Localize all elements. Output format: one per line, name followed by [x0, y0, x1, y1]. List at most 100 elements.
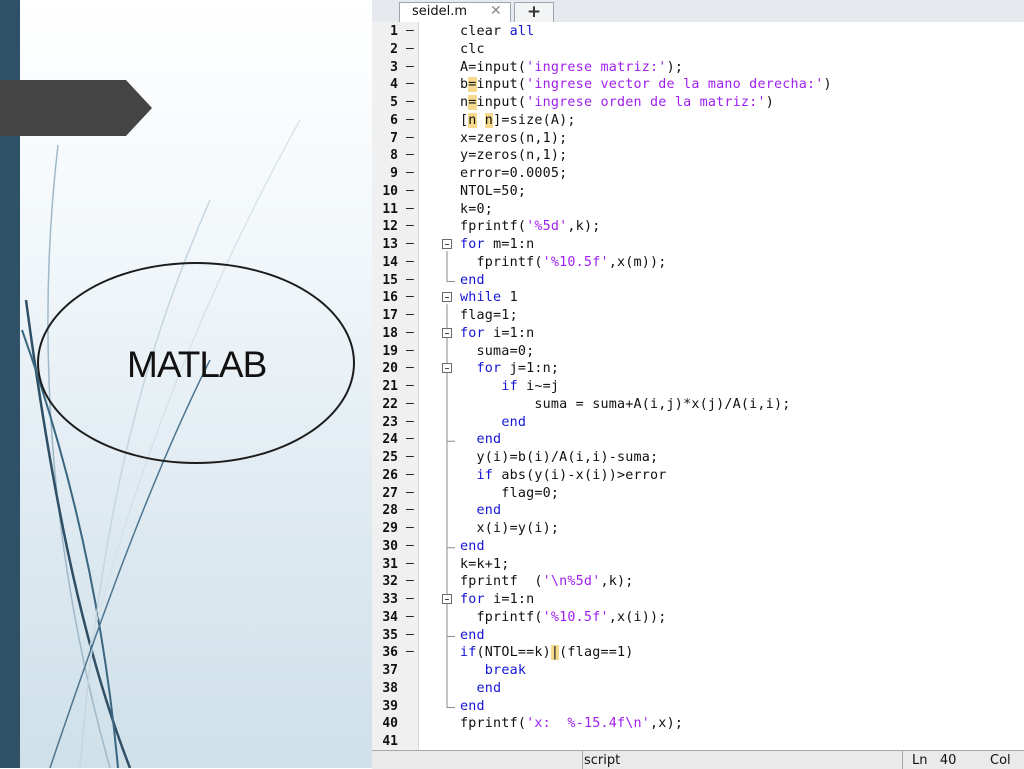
- close-icon[interactable]: ✕: [490, 3, 502, 19]
- breakpoint-marker[interactable]: —: [406, 449, 414, 464]
- code-line[interactable]: 9 — error=0.0005;: [372, 165, 1024, 183]
- breakpoint-marker[interactable]: —: [406, 76, 414, 91]
- code-line[interactable]: 7 — x=zeros(n,1);: [372, 130, 1024, 148]
- code-line[interactable]: 32 — fprintf ('\n%5d',k);: [372, 573, 1024, 591]
- code-line[interactable]: 3 — A=input('ingrese matriz:');: [372, 59, 1024, 77]
- breakpoint-marker[interactable]: —: [406, 627, 414, 642]
- code-line[interactable]: 14 — fprintf('%10.5f',x(m));: [372, 254, 1024, 272]
- fold-toggle-icon[interactable]: [442, 327, 452, 338]
- breakpoint-marker[interactable]: —: [406, 201, 414, 216]
- breakpoint-marker[interactable]: —: [406, 591, 414, 606]
- line-number: 26: [382, 467, 398, 483]
- breakpoint-marker[interactable]: —: [406, 41, 414, 56]
- code-line[interactable]: 41: [372, 734, 1024, 751]
- code-line[interactable]: 1 — clear all: [372, 23, 1024, 41]
- breakpoint-marker[interactable]: —: [406, 467, 414, 482]
- new-tab-button[interactable]: +: [514, 2, 554, 22]
- line-number: 23: [382, 414, 398, 430]
- code-line[interactable]: 30 — end: [372, 538, 1024, 556]
- breakpoint-marker[interactable]: —: [406, 236, 414, 251]
- breakpoint-marker[interactable]: —: [406, 307, 414, 322]
- breakpoint-marker[interactable]: —: [406, 573, 414, 588]
- code-line[interactable]: 11 — k=0;: [372, 201, 1024, 219]
- line-number: 38: [382, 680, 398, 696]
- code-line[interactable]: 20 — for j=1:n;: [372, 360, 1024, 378]
- code-line[interactable]: 21 — if i~=j: [372, 378, 1024, 396]
- line-number: 11: [382, 201, 398, 217]
- code-text: end: [476, 680, 502, 696]
- code-line[interactable]: 37 break: [372, 663, 1024, 680]
- code-line[interactable]: 6 — [n n]=size(A);: [372, 112, 1024, 130]
- code-line[interactable]: 23 — end: [372, 414, 1024, 432]
- breakpoint-marker[interactable]: —: [406, 218, 414, 233]
- code-line[interactable]: 27 — flag=0;: [372, 485, 1024, 503]
- line-number: 39: [382, 698, 398, 714]
- breakpoint-marker[interactable]: —: [406, 165, 414, 180]
- breakpoint-marker[interactable]: —: [406, 360, 414, 375]
- code-line[interactable]: 12 — fprintf('%5d',k);: [372, 218, 1024, 236]
- code-text: if abs(y(i)-x(i))>error: [476, 467, 667, 483]
- code-line[interactable]: 8 — y=zeros(n,1);: [372, 147, 1024, 165]
- code-line[interactable]: 34 — fprintf('%10.5f',x(i));: [372, 609, 1024, 627]
- code-line[interactable]: 15 — end: [372, 272, 1024, 290]
- fold-toggle-icon[interactable]: [442, 292, 452, 303]
- code-line[interactable]: 4 — b=input('ingrese vector de la mano der…: [372, 76, 1024, 94]
- line-number: 9: [390, 166, 398, 181]
- code-line[interactable]: 17 — flag=1;: [372, 307, 1024, 325]
- breakpoint-marker[interactable]: —: [406, 644, 414, 659]
- breakpoint-marker[interactable]: —: [406, 396, 414, 411]
- breakpoint-marker[interactable]: —: [406, 485, 414, 500]
- breakpoint-marker[interactable]: —: [406, 556, 414, 571]
- breakpoint-marker[interactable]: —: [406, 112, 414, 127]
- breakpoint-marker[interactable]: —: [406, 147, 414, 162]
- breakpoint-marker[interactable]: —: [406, 130, 414, 145]
- breakpoint-marker[interactable]: —: [406, 254, 414, 269]
- code-line[interactable]: 5 — n=input('ingrese orden de la matriz:'): [372, 94, 1024, 112]
- fold-toggle-icon[interactable]: [442, 594, 452, 604]
- code-line[interactable]: 31 — k=k+1;: [372, 556, 1024, 574]
- code-line[interactable]: 18 — for i=1:n: [372, 325, 1024, 343]
- code-line[interactable]: 35 — end: [372, 627, 1024, 645]
- breakpoint-marker[interactable]: —: [406, 414, 414, 429]
- code-line[interactable]: 36 — if(NTOL==k)|(flag==1): [372, 644, 1024, 662]
- code-line[interactable]: 10 — NTOL=50;: [372, 183, 1024, 201]
- code-line[interactable]: 19 — suma=0;: [372, 343, 1024, 361]
- line-number: 22: [382, 396, 398, 412]
- breakpoint-marker[interactable]: —: [406, 378, 414, 393]
- code-line[interactable]: 2 — clc: [372, 41, 1024, 59]
- code-line[interactable]: 40 fprintf('x: %-15.4f\n',x);: [372, 716, 1024, 733]
- breakpoint-marker[interactable]: —: [406, 343, 414, 358]
- breakpoint-marker[interactable]: —: [406, 609, 414, 624]
- code-line[interactable]: 38 end: [372, 681, 1024, 698]
- code-line[interactable]: 13 — for m=1:n: [372, 236, 1024, 254]
- breakpoint-marker[interactable]: —: [406, 502, 414, 517]
- code-text: k=0;: [460, 201, 494, 217]
- code-line[interactable]: 26 — if abs(y(i)-x(i))>error: [372, 467, 1024, 485]
- breakpoint-marker[interactable]: —: [406, 431, 414, 446]
- code-text: flag=0;: [460, 485, 560, 501]
- breakpoint-marker[interactable]: —: [406, 272, 414, 287]
- code-text: y(i)=b(i)/A(i,i)-suma;: [460, 450, 659, 465]
- breakpoint-marker[interactable]: —: [406, 520, 414, 535]
- code-line[interactable]: 24 — end: [372, 431, 1024, 449]
- fold-toggle-icon[interactable]: [442, 363, 452, 374]
- breakpoint-marker[interactable]: —: [406, 538, 414, 553]
- code-line[interactable]: 16 — while 1: [372, 289, 1024, 307]
- code-line[interactable]: 28 — end: [372, 502, 1024, 520]
- breakpoint-marker[interactable]: —: [406, 94, 414, 109]
- breakpoint-marker[interactable]: —: [406, 289, 414, 304]
- code-line[interactable]: 33 — for i=1:n: [372, 591, 1024, 609]
- breakpoint-marker[interactable]: —: [406, 23, 414, 38]
- breakpoint-marker[interactable]: —: [406, 59, 414, 74]
- code-line[interactable]: 39 end: [372, 699, 1024, 716]
- fold-toggle-icon[interactable]: [442, 239, 452, 249]
- breakpoint-marker[interactable]: —: [406, 183, 414, 198]
- code-text: y=zeros(n,1);: [460, 148, 568, 164]
- code-line[interactable]: 22 — suma = suma+A(i,j)*x(j)/A(i,i);: [372, 396, 1024, 414]
- breakpoint-marker[interactable]: —: [406, 325, 414, 340]
- code-text: for m=1:n: [460, 237, 535, 252]
- code-text: for i=1:n: [460, 592, 535, 607]
- code-editor: seidel.m ✕ + 1— clear all 2— clc 3— A=input('…: [372, 0, 1024, 769]
- code-line[interactable]: 29 — x(i)=y(i);: [372, 520, 1024, 538]
- code-line[interactable]: 25 — y(i)=b(i)/A(i,i)-suma;: [372, 449, 1024, 467]
